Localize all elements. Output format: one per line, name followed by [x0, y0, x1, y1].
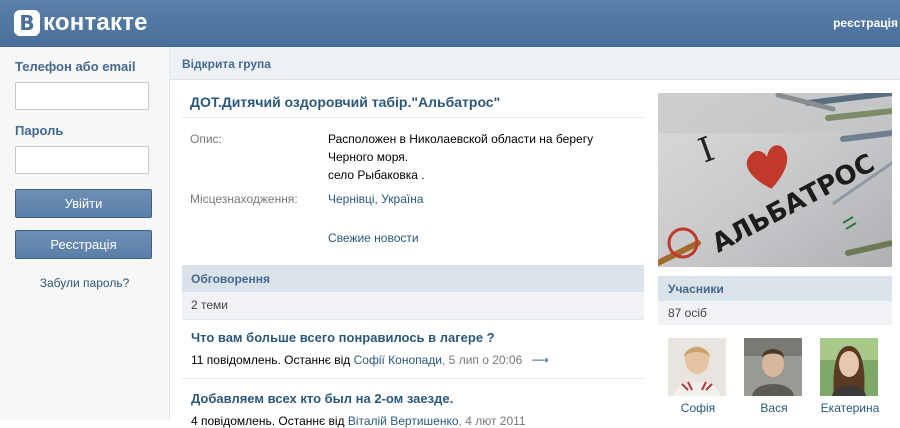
member-name: Вася [760, 401, 788, 415]
topic-title[interactable]: Добавляем всех кто был на 2-ом заезде. [191, 391, 453, 406]
topic-meta: 11 повідомлень. Останнє від Софії Конопа… [191, 353, 549, 367]
group-type-label: Відкрита група [182, 57, 271, 71]
discussions-count-bar: 2 теми [182, 292, 644, 320]
discussions-header-label: Обговорення [191, 272, 270, 286]
topic-last-author-link[interactable]: Софії Конопади [354, 353, 442, 367]
vk-logo-badge-icon: B [14, 10, 40, 36]
albatros-photo-image: I АЛЬБАТРОС [658, 93, 892, 267]
arrow-right-icon[interactable]: ⟶ [532, 353, 549, 367]
members-header[interactable]: Учасники [658, 276, 892, 301]
group-page: Відкрита група ДОТ.Дитячий оздоровчий та… [170, 47, 900, 428]
description-label: Опис: [190, 132, 222, 146]
group-photo[interactable]: I АЛЬБАТРОС [658, 93, 892, 267]
member-name: Софія [680, 401, 716, 415]
member-name: Екатерина [820, 401, 880, 415]
description-line: село Рыбаковка . [328, 168, 425, 182]
members-header-label: Учасники [668, 282, 724, 296]
login-button[interactable]: Увійти [15, 189, 152, 218]
description-line: Расположен в Николаевской области на бер… [328, 132, 594, 146]
title-divider [182, 117, 644, 118]
members-count-bar: 87 осіб [658, 301, 892, 325]
description-text: Расположен в Николаевской области на бер… [328, 130, 593, 184]
discussions-header[interactable]: Обговорення [182, 265, 644, 292]
vk-logo-text: контакте [43, 9, 148, 36]
phone-email-label: Телефон або email [15, 59, 136, 74]
location-value: Чернівці, Україна [328, 190, 424, 208]
topic-title[interactable]: Что вам больше всего понравилось в лагер… [191, 330, 495, 345]
topic-last-date: , 5 лип о 20:06 [442, 353, 523, 367]
topic-last-author-link[interactable]: Віталій Вертишенко [348, 414, 459, 428]
forgot-password-link[interactable]: Забули пароль? [0, 276, 169, 290]
password-label: Пароль [15, 123, 64, 138]
topic-meta: 4 повідомлень. Останнє від Віталій Верти… [191, 414, 526, 428]
topic-meta-prefix: 11 повідомлень. Останнє від [191, 353, 351, 367]
topic-meta-prefix: 4 повідомлень. Останнє від [191, 414, 345, 428]
members-count: 87 осіб [668, 306, 707, 320]
top-header: B контакте реєстрація [0, 0, 900, 47]
discussions-count: 2 теми [191, 298, 228, 312]
vk-logo[interactable]: B контакте [14, 9, 148, 37]
group-type-bar: Відкрита група [170, 47, 900, 80]
avatar [820, 338, 878, 396]
member-card[interactable]: Екатерина [820, 338, 880, 415]
header-register-link[interactable]: реєстрація [833, 16, 898, 30]
location-link[interactable]: Чернівці, Україна [328, 192, 424, 206]
topic-divider [182, 378, 644, 379]
password-input[interactable] [15, 146, 149, 174]
member-card[interactable]: Софія [668, 338, 728, 415]
member-card[interactable]: Вася [744, 338, 804, 415]
group-title: ДОТ.Дитячий оздоровчий табір."Альбатрос" [190, 94, 501, 110]
topic-last-date: , 4 лют 2011 [458, 414, 526, 428]
description-line: Черного моря. [328, 150, 409, 164]
avatar [744, 338, 802, 396]
login-sidebar: Телефон або email Пароль Увійти Реєстрац… [0, 47, 170, 420]
fresh-news-link[interactable]: Свежие новости [328, 231, 419, 245]
register-button[interactable]: Реєстрація [15, 230, 152, 259]
location-label: Місцезнаходження: [190, 192, 298, 206]
phone-email-input[interactable] [15, 82, 149, 110]
avatar [668, 338, 726, 396]
